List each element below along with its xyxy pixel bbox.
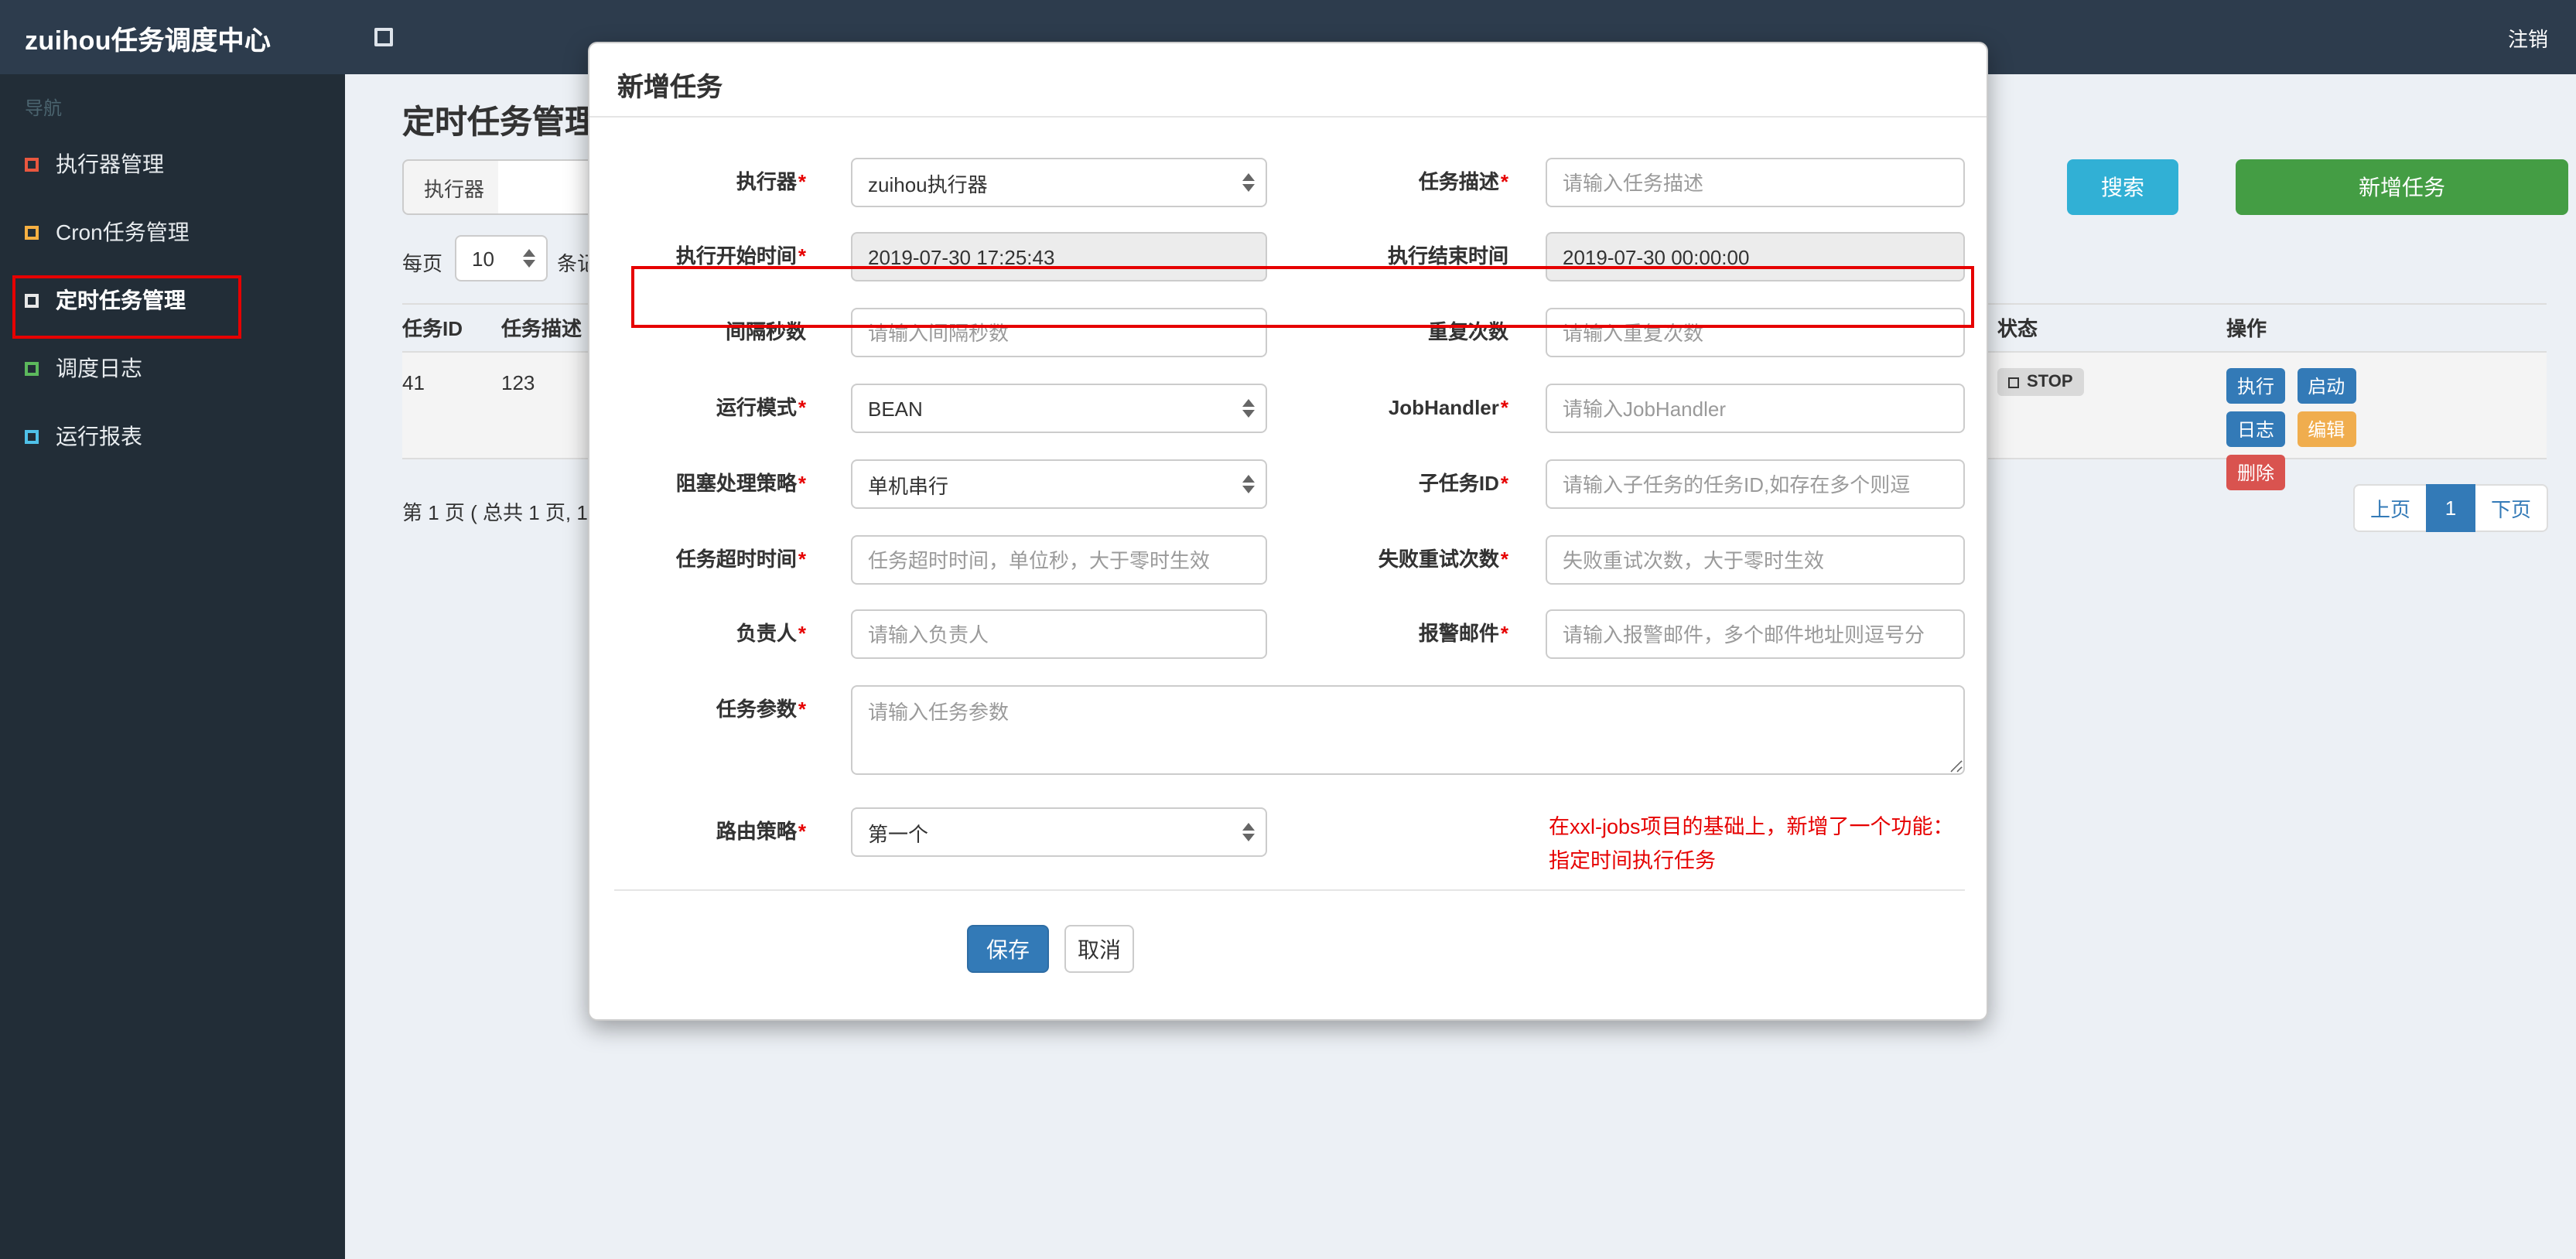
select-arrows-icon: [1242, 399, 1255, 418]
job-param-textarea[interactable]: [851, 685, 1965, 775]
status-badge: STOP: [1997, 368, 2084, 396]
delete-button[interactable]: 删除: [2226, 455, 2286, 490]
route-strategy-select-value: 第一个: [868, 822, 929, 845]
cell-task-id: 41: [402, 371, 425, 394]
perpage-select[interactable]: 10: [455, 235, 548, 281]
job-param-label: 任务参数 *: [716, 698, 806, 721]
repeat-count-input[interactable]: [1546, 308, 1965, 357]
select-arrows-icon: [523, 249, 535, 268]
sidebar-item-scheduled-task[interactable]: 定时任务管理: [0, 266, 345, 334]
sidebar-item-cron-task[interactable]: Cron任务管理: [0, 198, 345, 266]
sidebar-item-label: 执行器管理: [56, 152, 164, 176]
next-page-button[interactable]: 下页: [2475, 484, 2548, 532]
job-handler-input[interactable]: [1546, 384, 1965, 433]
sidebar-item-run-report[interactable]: 运行报表: [0, 402, 345, 470]
cell-operations: 执行 启动 日志 编辑 删除: [2226, 368, 2424, 498]
start-time-label: 执行开始时间 *: [675, 244, 806, 268]
perpage-prefix: 每页: [402, 252, 443, 275]
save-button[interactable]: 保存: [967, 925, 1049, 973]
executor-label: 执行器 *: [736, 170, 806, 193]
owner-label: 负责人 *: [736, 622, 806, 645]
log-button[interactable]: 日志: [2226, 411, 2286, 447]
repeat-count-label: 重复次数: [1427, 320, 1508, 343]
route-strategy-select[interactable]: 第一个: [851, 807, 1267, 857]
block-strategy-select-value: 单机串行: [868, 474, 949, 497]
pagination-summary: 第 1 页 ( 总共 1 页, 1: [402, 501, 588, 524]
select-arrows-icon: [1242, 173, 1255, 192]
start-button[interactable]: 启动: [2297, 368, 2356, 404]
executor-select[interactable]: zuihou执行器: [851, 158, 1267, 207]
sidebar-item-executor-manage[interactable]: 执行器管理: [0, 130, 345, 198]
alarm-email-label: 报警邮件 *: [1418, 622, 1508, 645]
job-handler-label: JobHandler *: [1388, 396, 1508, 419]
owner-input[interactable]: [851, 609, 1267, 659]
col-status: 状态: [1997, 317, 2038, 340]
square-icon: [25, 157, 39, 171]
alarm-email-input[interactable]: [1546, 609, 1965, 659]
add-task-button[interactable]: 新增任务: [2236, 159, 2568, 215]
child-job-id-label: 子任务ID *: [1418, 472, 1508, 495]
brand-title: zuihou任务调度中心: [25, 26, 272, 55]
square-icon: [25, 293, 39, 307]
executor-filter-label: 执行器: [402, 159, 507, 215]
search-button[interactable]: 搜索: [2067, 159, 2178, 215]
prev-page-button[interactable]: 上页: [2352, 484, 2426, 532]
sidebar-item-label: 运行报表: [56, 424, 142, 449]
fail-retry-label: 失败重试次数 *: [1378, 548, 1508, 571]
cancel-button[interactable]: 取消: [1064, 925, 1134, 973]
route-strategy-label: 路由策略 *: [716, 820, 806, 843]
square-icon: [25, 429, 39, 443]
perpage-select-value: 10: [472, 247, 494, 270]
select-arrows-icon: [1242, 823, 1255, 841]
sidebar-section-label: 导航: [25, 97, 63, 119]
run-mode-select-value: BEAN: [868, 397, 923, 420]
sidebar-item-label: Cron任务管理: [56, 220, 190, 244]
edit-button[interactable]: 编辑: [2297, 411, 2356, 447]
run-mode-label: 运行模式 *: [716, 396, 806, 419]
fail-retry-input[interactable]: [1546, 535, 1965, 585]
modal-body: 执行器* zuihou执行器 任务描述* 执行开始时间* 执行结束时间 间隔秒数: [589, 43, 1990, 1022]
page-title: 定时任务管理: [402, 105, 597, 141]
sidebar-item-label: 定时任务管理: [56, 288, 186, 312]
cell-status: STOP: [1997, 368, 2084, 396]
block-strategy-select[interactable]: 单机串行: [851, 459, 1267, 509]
executor-select-value: zuihou执行器: [868, 172, 988, 196]
square-icon: [25, 361, 39, 375]
job-desc-input[interactable]: [1546, 158, 1965, 207]
sidebar-item-dispatch-log[interactable]: 调度日志: [0, 334, 345, 402]
block-strategy-label: 阻塞处理策略 *: [675, 472, 806, 495]
timeout-input[interactable]: [851, 535, 1267, 585]
logout-link[interactable]: 注销: [2508, 22, 2576, 52]
sidebar-toggle-icon[interactable]: [374, 28, 393, 46]
page-1-button[interactable]: 1: [2425, 484, 2475, 532]
interval-label: 间隔秒数: [725, 320, 806, 343]
feature-note: 在xxl-jobs项目的基础上，新增了一个功能： 指定时间执行任务: [1549, 810, 1982, 879]
col-task-desc: 任务描述: [501, 317, 583, 340]
end-time-input[interactable]: [1546, 232, 1965, 281]
stop-square-icon: [2008, 377, 2019, 387]
modal-footer-divider: [614, 889, 1965, 891]
end-time-label: 执行结束时间: [1387, 244, 1508, 268]
select-arrows-icon: [1242, 475, 1255, 493]
add-task-modal: 新增任务 执行器* zuihou执行器 任务描述* 执行开始时间* 执行结束时间: [588, 42, 1988, 1021]
run-mode-select[interactable]: BEAN: [851, 384, 1267, 433]
col-operations: 操作: [2226, 317, 2267, 340]
start-time-input[interactable]: [851, 232, 1267, 281]
timeout-label: 任务超时时间 *: [675, 548, 806, 571]
cell-task-desc: 123: [501, 371, 535, 394]
job-desc-label: 任务描述 *: [1418, 170, 1508, 193]
sidebar-item-label: 调度日志: [56, 356, 142, 380]
sidebar: 导航 执行器管理 Cron任务管理 定时任务管理 调度日志 运行报表: [0, 74, 345, 1259]
pagination: 上页 1 下页: [2352, 484, 2548, 532]
child-job-id-input[interactable]: [1546, 459, 1965, 509]
col-task-id: 任务ID: [402, 317, 463, 340]
run-button[interactable]: 执行: [2226, 368, 2286, 404]
square-icon: [25, 225, 39, 239]
interval-input[interactable]: [851, 308, 1267, 357]
app-root: zuihou任务调度中心 注销 导航 执行器管理 Cron任务管理 定时任务管理…: [0, 0, 2576, 1259]
feature-note-line2: 指定时间执行任务: [1549, 849, 1716, 872]
feature-note-line1: 在xxl-jobs项目的基础上，新增了一个功能：: [1549, 815, 1954, 838]
